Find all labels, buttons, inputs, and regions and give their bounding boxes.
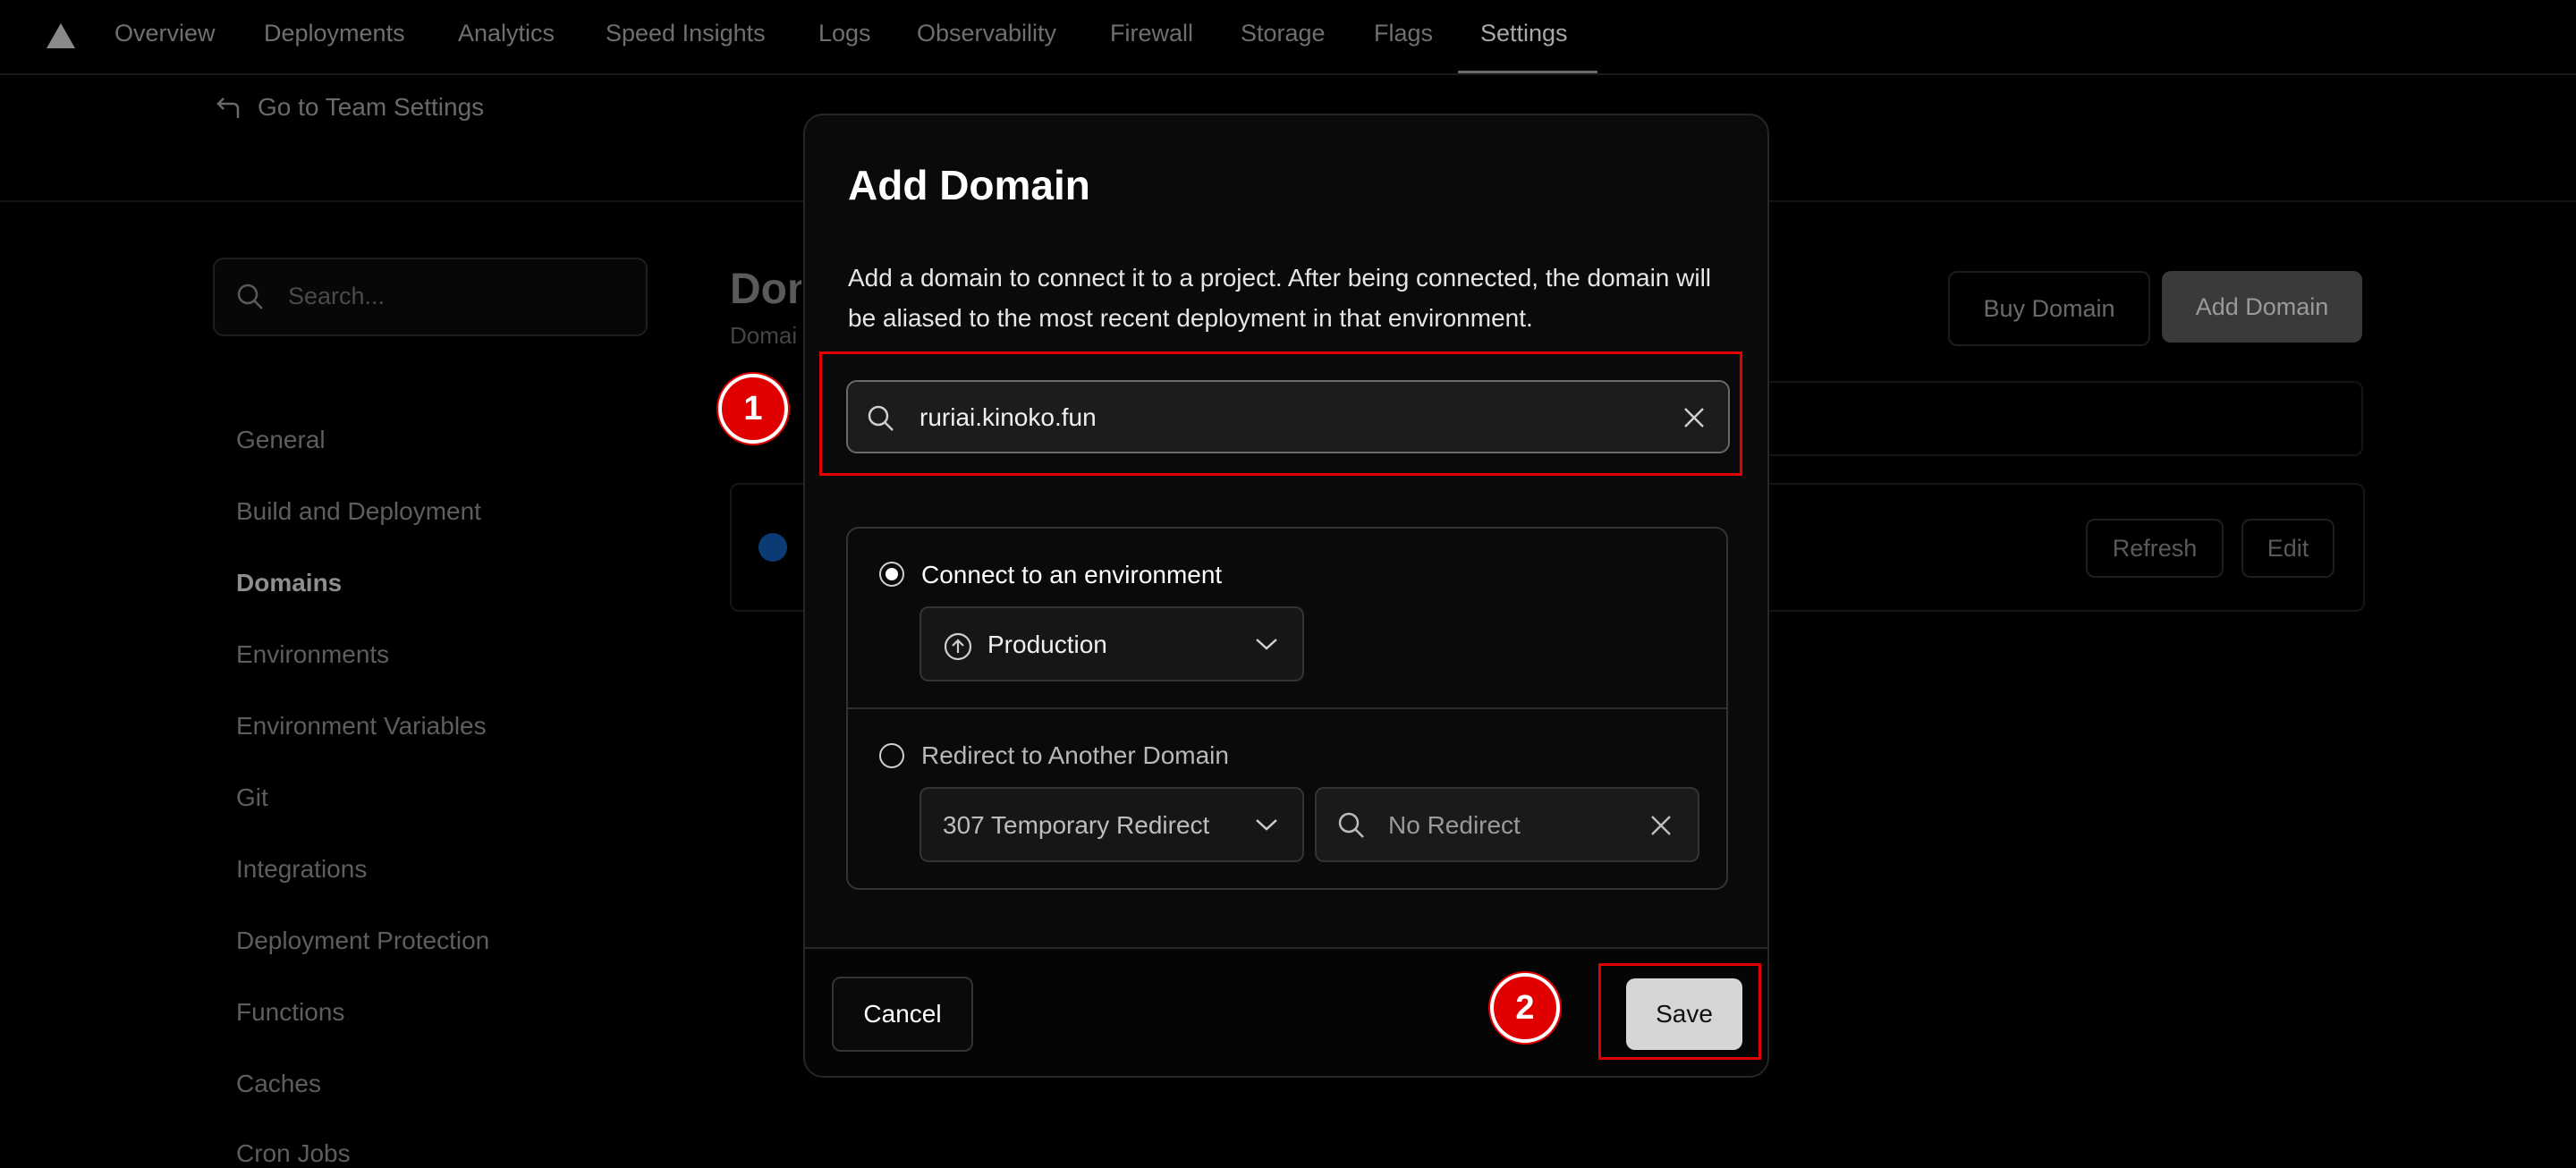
sidebar-item-environment-variables[interactable]: Environment Variables	[236, 712, 487, 741]
back-link-label: Go to Team Settings	[258, 93, 485, 121]
chevron-down-icon	[1256, 639, 1277, 650]
sidebar-item-integrations[interactable]: Integrations	[236, 855, 367, 884]
search-placeholder: Search...	[288, 283, 386, 309]
tab-settings[interactable]: Settings	[1480, 20, 1568, 47]
page-subtitle: Domai	[730, 322, 798, 349]
cancel-button[interactable]: Cancel	[832, 977, 973, 1052]
tab-overview[interactable]: Overview	[114, 20, 216, 47]
redirect-target-placeholder: No Redirect	[1388, 811, 1521, 839]
sidebar-item-general[interactable]: General	[236, 426, 326, 454]
add-domain-button[interactable]: Add Domain	[2162, 271, 2362, 343]
tab-deployments[interactable]: Deployments	[264, 20, 405, 47]
back-to-team-settings-link[interactable]: Go to Team Settings	[215, 93, 484, 122]
return-arrow-icon	[216, 97, 240, 118]
tab-firewall[interactable]: Firewall	[1110, 20, 1193, 47]
redirect-domain-radio[interactable]	[879, 743, 904, 768]
sidebar-item-git[interactable]: Git	[236, 783, 268, 812]
sidebar-item-environments[interactable]: Environments	[236, 640, 389, 669]
sidebar-item-domains[interactable]: Domains	[236, 569, 342, 597]
redirect-target-input[interactable]: No Redirect	[1315, 787, 1699, 862]
sidebar-item-caches[interactable]: Caches	[236, 1070, 321, 1098]
sidebar-item-build-and-deployment[interactable]: Build and Deployment	[236, 497, 481, 526]
step-1-highlight	[819, 351, 1742, 476]
environment-select-value: Production	[987, 631, 1107, 658]
tab-analytics[interactable]: Analytics	[458, 20, 555, 47]
redirect-domain-label: Redirect to Another Domain	[921, 741, 1229, 769]
edit-button[interactable]: Edit	[2241, 519, 2334, 578]
sidebar-search-input[interactable]: Search...	[213, 258, 648, 336]
refresh-button[interactable]: Refresh	[2086, 519, 2224, 578]
tab-flags[interactable]: Flags	[1374, 20, 1433, 47]
search-icon	[237, 284, 263, 309]
tab-logs[interactable]: Logs	[818, 20, 871, 47]
sidebar-item-deployment-protection[interactable]: Deployment Protection	[236, 927, 489, 955]
chevron-down-icon	[1256, 819, 1277, 831]
redirect-type-select[interactable]: 307 Temporary Redirect	[919, 787, 1304, 862]
clear-icon[interactable]	[1648, 812, 1674, 839]
tab-observability[interactable]: Observability	[917, 20, 1056, 47]
connect-environment-radio[interactable]	[879, 562, 904, 587]
modal-title: Add Domain	[848, 162, 1090, 208]
arrow-up-circle-icon	[944, 632, 972, 661]
step-2-badge: 2	[1490, 973, 1560, 1043]
tab-storage[interactable]: Storage	[1241, 20, 1326, 47]
tab-speed-insights[interactable]: Speed Insights	[606, 20, 766, 47]
logo-triangle-icon[interactable]	[47, 23, 75, 48]
redirect-type-value: 307 Temporary Redirect	[943, 811, 1210, 839]
step-1-badge: 1	[718, 374, 788, 444]
options-divider	[848, 707, 1726, 709]
search-icon	[1338, 812, 1364, 838]
top-navigation: Overview Deployments Analytics Speed Ins…	[0, 0, 2576, 75]
verified-check-icon	[758, 533, 787, 562]
page-title: Dom	[730, 266, 801, 313]
step-2-highlight	[1598, 963, 1761, 1060]
active-tab-indicator	[1458, 71, 1597, 73]
buy-domain-button[interactable]: Buy Domain	[1948, 271, 2150, 346]
connect-environment-label: Connect to an environment	[921, 561, 1223, 588]
sidebar-item-functions[interactable]: Functions	[236, 998, 344, 1027]
sidebar-item-cron-jobs[interactable]: Cron Jobs	[236, 1139, 351, 1168]
modal-description: Add a domain to connect it to a project.…	[848, 264, 1712, 332]
environment-select[interactable]: Production	[919, 606, 1304, 681]
domain-filter-bar[interactable]	[1762, 381, 2363, 456]
